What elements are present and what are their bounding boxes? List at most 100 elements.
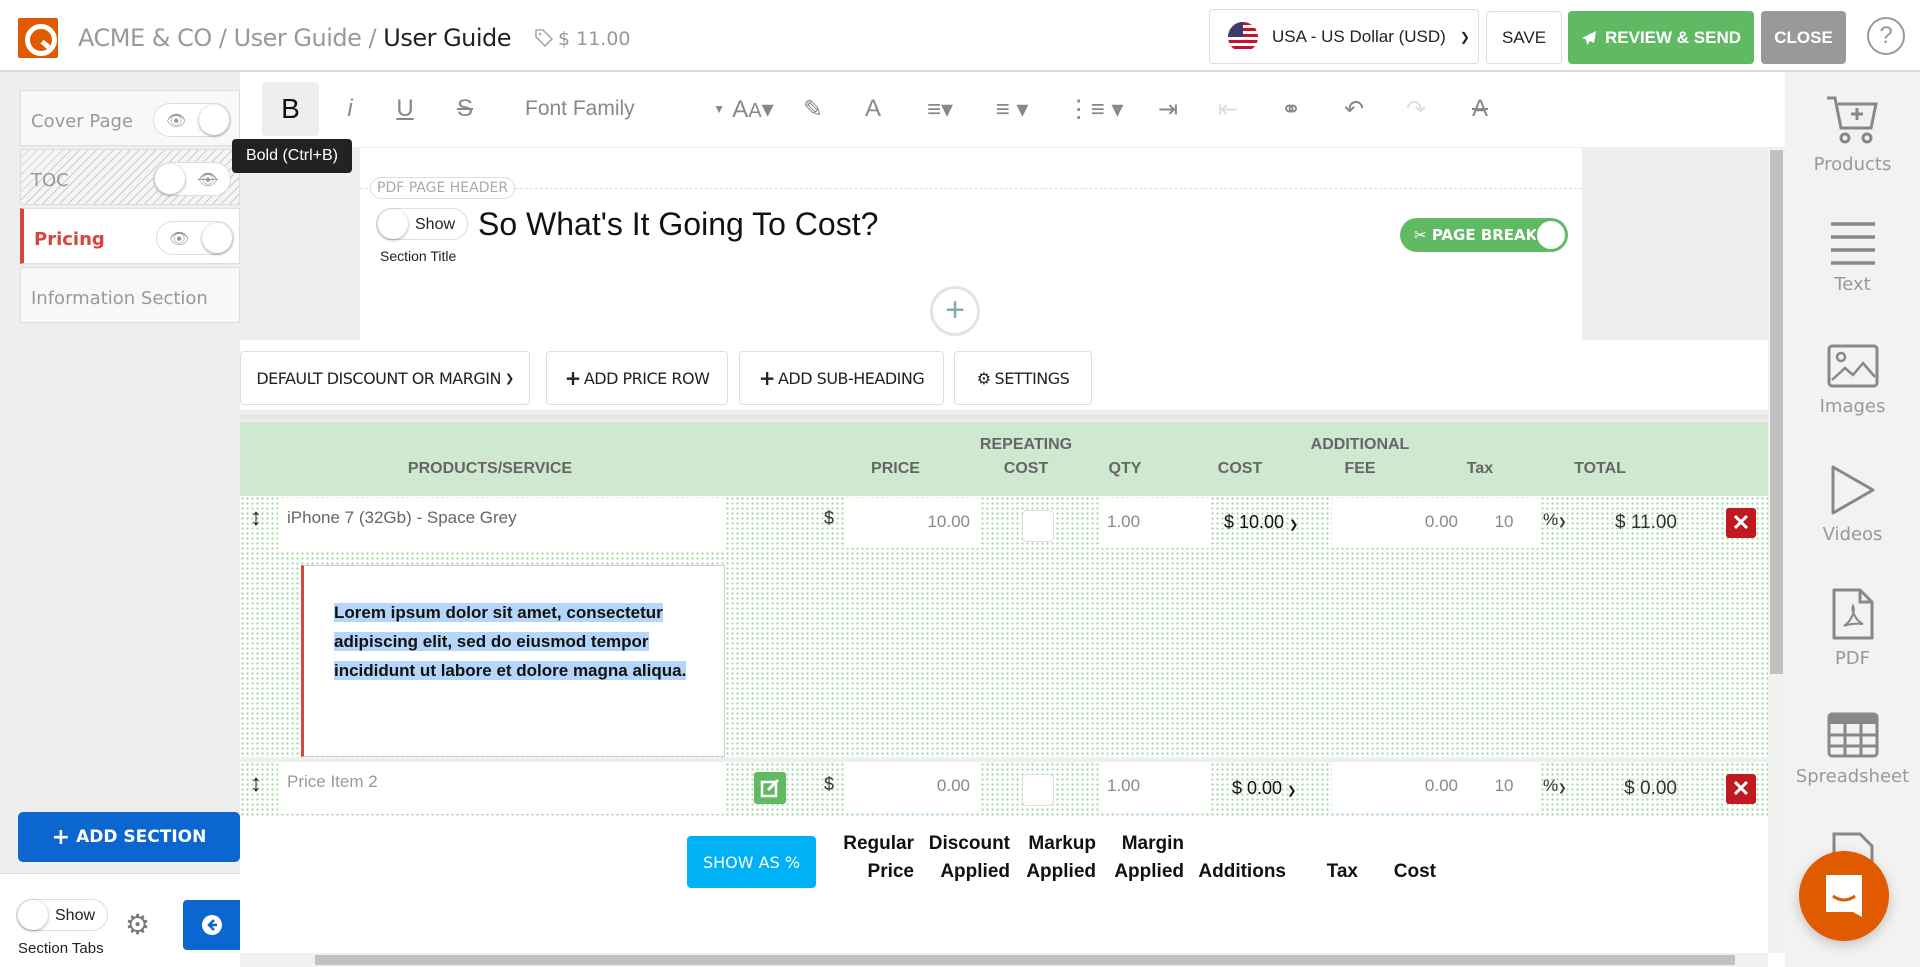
price-input[interactable]: 0.00 — [844, 762, 980, 812]
outdent-button[interactable]: ⇤ — [1210, 82, 1246, 136]
italic-button[interactable]: i — [335, 82, 365, 136]
add-sub-heading-button[interactable]: + ADD SUB-HEADING — [739, 351, 944, 405]
visibility-toggle[interactable]: 👁 — [153, 162, 231, 196]
default-discount-dropdown[interactable]: DEFAULT DISCOUNT OR MARGIN ❯ — [240, 351, 530, 405]
edit-description-button[interactable] — [754, 772, 786, 804]
gears-icon[interactable]: ⚙ — [125, 908, 150, 941]
block-videos[interactable]: Videos — [1785, 464, 1920, 545]
top-bar: ACME & CO / User Guide / User Guide $ 11… — [0, 0, 1920, 72]
pricing-summary: SHOW AS % Regular Price Discount Applied M… — [240, 818, 1768, 953]
breadcrumb-company[interactable]: ACME & CO — [78, 24, 212, 52]
ordered-list-button[interactable]: ≡ ▾ — [982, 82, 1042, 136]
section-item-information[interactable]: Information Section — [20, 267, 240, 323]
gears-icon: ⚙ — [976, 368, 991, 388]
drag-handle-icon[interactable]: ↕ — [250, 770, 262, 798]
add-content-button[interactable]: + — [930, 286, 980, 336]
add-section-button[interactable]: + ADD SECTION — [18, 812, 240, 862]
align-button[interactable]: ≡▾ — [915, 82, 965, 136]
summary-header: Margin Applied — [1114, 833, 1184, 882]
arrow-left-circle-icon — [201, 915, 222, 935]
block-images[interactable]: Images — [1785, 344, 1920, 417]
price-input[interactable]: 10.00 — [844, 498, 980, 548]
eye-icon: 👁 — [166, 111, 187, 130]
chat-icon — [1826, 875, 1862, 917]
settings-button[interactable]: ⚙ SETTINGS — [954, 351, 1092, 405]
show-as-percent-button[interactable]: SHOW AS % — [687, 836, 816, 888]
plus-icon: + — [758, 366, 776, 390]
highlighter-icon: ✎ — [802, 95, 824, 123]
help-icon[interactable]: ? — [1867, 17, 1905, 55]
review-send-button[interactable]: REVIEW & SEND — [1568, 11, 1754, 64]
underline-button[interactable]: U — [390, 82, 420, 136]
vertical-scrollbar[interactable] — [1768, 148, 1785, 953]
visibility-toggle[interactable]: 👁 — [156, 221, 234, 255]
image-icon — [1827, 344, 1878, 388]
chat-launcher-button[interactable] — [1799, 851, 1889, 941]
undo-button[interactable]: ↶ — [1336, 82, 1372, 136]
add-price-row-button[interactable]: + ADD PRICE ROW — [546, 351, 728, 405]
section-title-toggle[interactable]: Show — [376, 208, 468, 240]
content-blocks-panel: Products Text Images Videos PDF Spreadsh… — [1785, 72, 1920, 967]
additional-fee-input[interactable]: 0.00 — [1332, 762, 1468, 812]
repeating-cost-checkbox[interactable] — [1022, 774, 1054, 806]
redo-button[interactable]: ↷ — [1398, 82, 1434, 136]
clear-format-button[interactable]: A — [1462, 82, 1498, 136]
pdf-page-header-label[interactable]: PDF PAGE HEADER — [370, 177, 516, 199]
product-name-input[interactable]: Price Item 2 — [278, 762, 725, 814]
currency-select[interactable]: USA - US Dollar (USD) ❯ — [1209, 9, 1479, 64]
cost-dropdown[interactable]: $ 10.00 ❯ — [1224, 512, 1298, 533]
summary-header: Additions — [1198, 861, 1286, 882]
bold-button[interactable]: B — [262, 82, 319, 136]
qty-input[interactable]: 1.00 — [1099, 762, 1211, 812]
bold-tooltip: Bold (Ctrl+B) — [232, 139, 352, 173]
block-pdf[interactable]: PDF — [1785, 588, 1920, 669]
chevron-down-icon: ❯ — [1459, 29, 1470, 44]
section-title[interactable]: So What's It Going To Cost? — [478, 206, 878, 243]
product-name-input[interactable]: iPhone 7 (32Gb) - Space Grey — [278, 498, 725, 552]
bullet-list-button[interactable]: ⋮≡ ▾ — [1065, 82, 1125, 136]
collapse-sidebar-button[interactable] — [183, 900, 240, 950]
page-break-toggle[interactable]: ✂ PAGE BREAK — [1400, 218, 1568, 252]
indent-button[interactable]: ⇥ — [1150, 82, 1186, 136]
delete-row-button[interactable]: ✕ — [1726, 508, 1756, 538]
horizontal-scrollbar[interactable] — [240, 953, 1768, 967]
link-button[interactable]: ⚭ — [1273, 82, 1309, 136]
block-text[interactable]: Text — [1785, 220, 1920, 295]
visibility-toggle[interactable]: 👁 — [153, 103, 231, 137]
price-tag-icon — [535, 29, 554, 48]
breadcrumb-folder[interactable]: User Guide — [234, 24, 362, 52]
tax-unit-dropdown[interactable]: %❯ — [1543, 510, 1567, 530]
close-button[interactable]: CLOSE — [1761, 11, 1846, 64]
tax-input[interactable]: 10 — [1468, 498, 1540, 548]
repeating-cost-checkbox[interactable] — [1022, 510, 1054, 542]
font-size-button[interactable]: AA▾ — [728, 82, 778, 136]
delete-row-button[interactable]: ✕ — [1726, 774, 1756, 804]
document-price: $ 11.00 — [534, 28, 631, 50]
cost-dropdown[interactable]: $ 0.00 ❯ — [1232, 778, 1296, 799]
drag-handle-icon[interactable]: ↕ — [250, 504, 262, 532]
section-item-toc[interactable]: TOC 👁 — [20, 149, 240, 205]
tax-input[interactable]: 10 — [1468, 762, 1540, 812]
tax-unit-dropdown[interactable]: %❯ — [1543, 776, 1567, 796]
strikethrough-button[interactable]: S — [450, 82, 480, 136]
edit-icon — [760, 778, 780, 798]
plus-icon: + — [945, 291, 965, 329]
ordered-list-icon: ≡ ▾ — [995, 95, 1029, 123]
summary-header: Regular Price — [843, 833, 914, 882]
logo-icon[interactable] — [18, 18, 58, 58]
highlight-button[interactable]: ✎ — [795, 82, 831, 136]
plus-icon: + — [51, 824, 71, 850]
section-item-pricing[interactable]: Pricing 👁 — [20, 208, 240, 264]
text-color-button[interactable]: A — [855, 82, 891, 136]
section-item-cover-page[interactable]: Cover Page 👁 — [20, 90, 240, 146]
additional-fee-input[interactable]: 0.00 — [1332, 498, 1468, 548]
block-spreadsheet[interactable]: Spreadsheet — [1785, 712, 1920, 787]
save-button[interactable]: SAVE — [1486, 11, 1562, 64]
qty-input[interactable]: 1.00 — [1099, 498, 1211, 548]
document-canvas: PDF PAGE HEADER Show Section Title So Wh… — [240, 148, 1768, 953]
block-products[interactable]: Products — [1785, 94, 1920, 175]
eye-slash-icon: 👁 — [197, 170, 218, 189]
section-tabs-toggle[interactable]: Show — [16, 899, 108, 931]
font-family-select[interactable]: Font Family ▼ — [525, 82, 725, 136]
product-description-editor[interactable]: Lorem ipsum dolor sit amet, consectetur … — [301, 565, 725, 757]
